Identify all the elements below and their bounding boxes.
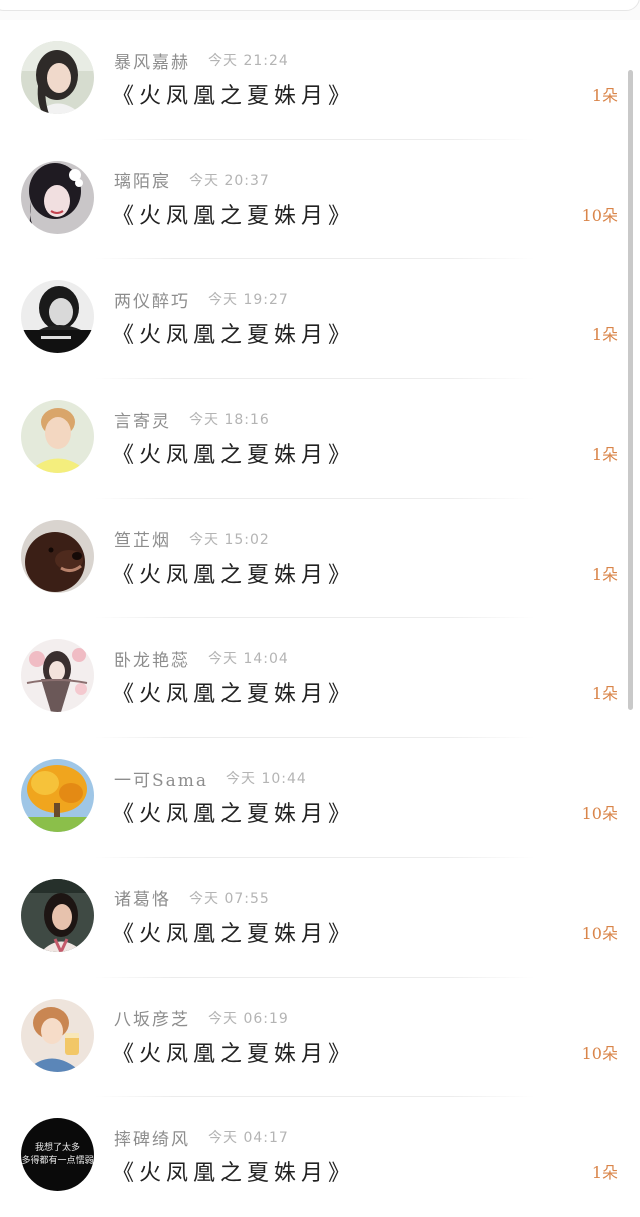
list-item[interactable]: 我想了太多 多得都有一点懦弱 摔碑绮风 今天 04:17 《火凤凰之夏姝月》 1…: [0, 1097, 640, 1217]
book-title[interactable]: 《火凤凰之夏姝月》: [112, 557, 355, 589]
gift-list[interactable]: 暴风嘉赫 今天 21:24 《火凤凰之夏姝月》 1朵 璃陌宸 今天 20:37 …: [0, 20, 640, 1217]
list-item[interactable]: 八坂彦芝 今天 06:19 《火凤凰之夏姝月》 10朵: [0, 978, 640, 1098]
timestamp: 今天 19:27: [208, 292, 289, 309]
girl-flower-hair-avatar[interactable]: [21, 160, 94, 234]
sender-name[interactable]: 卧龙艳蕊: [114, 646, 190, 671]
timestamp: 今天 04:17: [208, 1130, 289, 1147]
flower-count: 1朵: [591, 564, 618, 584]
anime-blossom-avatar[interactable]: [21, 639, 94, 713]
list-item[interactable]: 言寄灵 今天 18:16 《火凤凰之夏姝月》 1朵: [0, 379, 640, 499]
dog-avatar[interactable]: [21, 519, 94, 593]
boy-yellow-shirt-avatar[interactable]: [21, 400, 94, 474]
list-item[interactable]: 诸葛恪 今天 07:55 《火凤凰之夏姝月》 10朵: [0, 858, 640, 978]
timestamp: 今天 07:55: [189, 890, 270, 907]
sender-name[interactable]: 八坂彦芝: [114, 1005, 190, 1030]
book-title[interactable]: 《火凤凰之夏姝月》: [112, 1036, 355, 1068]
flower-count: 10朵: [581, 205, 618, 225]
scrollbar[interactable]: [628, 70, 633, 710]
flower-count: 1朵: [591, 1163, 618, 1183]
flower-count: 1朵: [591, 684, 618, 704]
sender-name[interactable]: 两仪醉巧: [114, 287, 190, 312]
sender-name[interactable]: 璃陌宸: [114, 167, 171, 192]
timestamp: 今天 15:02: [189, 531, 270, 548]
timestamp: 今天 21:24: [208, 53, 289, 69]
woman-portrait-avatar[interactable]: [21, 878, 94, 952]
girl-portrait-avatar[interactable]: [21, 41, 94, 114]
list-item[interactable]: 两仪醉巧 今天 19:27 《火凤凰之夏姝月》 1朵: [0, 259, 640, 380]
list-item[interactable]: 暴风嘉赫 今天 21:24 《火凤凰之夏姝月》 1朵: [0, 20, 640, 140]
list-item[interactable]: 笪芷烟 今天 15:02 《火凤凰之夏姝月》 1朵: [0, 499, 640, 619]
flower-count: 10朵: [581, 804, 618, 824]
book-title[interactable]: 《火凤凰之夏姝月》: [112, 437, 355, 469]
flower-count: 10朵: [581, 923, 618, 943]
sender-name[interactable]: 摔碑绮风: [114, 1125, 190, 1150]
sender-name[interactable]: 诸葛恪: [114, 885, 171, 910]
book-title[interactable]: 《火凤凰之夏姝月》: [112, 317, 355, 349]
header-card: [0, 0, 640, 11]
list-item[interactable]: 璃陌宸 今天 20:37 《火凤凰之夏姝月》 10朵: [0, 140, 640, 260]
sender-name[interactable]: 言寄灵: [114, 407, 171, 432]
book-title[interactable]: 《火凤凰之夏姝月》: [112, 916, 355, 948]
sender-name[interactable]: 暴风嘉赫: [114, 48, 190, 73]
timestamp: 今天 14:04: [208, 651, 289, 668]
timestamp: 今天 06:19: [208, 1010, 289, 1027]
timestamp: 今天 10:44: [226, 771, 307, 788]
flower-count: 10朵: [581, 1043, 618, 1063]
flower-count: 1朵: [591, 86, 618, 105]
avatar-quote: 我想了太多 多得都有一点懦弱: [21, 1118, 94, 1191]
top-area: [0, 0, 640, 20]
bw-portrait-avatar[interactable]: [21, 280, 94, 354]
girl-drink-avatar[interactable]: [21, 998, 94, 1072]
sender-name[interactable]: 一可Sama: [114, 766, 208, 791]
book-title[interactable]: 《火凤凰之夏姝月》: [112, 796, 355, 828]
list-item[interactable]: 一可Sama 今天 10:44 《火凤凰之夏姝月》 10朵: [0, 738, 640, 858]
book-title[interactable]: 《火凤凰之夏姝月》: [112, 676, 355, 708]
timestamp: 今天 18:16: [189, 412, 270, 429]
timestamp: 今天 20:37: [189, 172, 270, 189]
avatar-quote-line: 我想了太多: [34, 1142, 80, 1153]
book-title[interactable]: 《火凤凰之夏姝月》: [112, 78, 355, 110]
avatar-quote-line: 多得都有一点懦弱: [21, 1155, 94, 1166]
flower-count: 1朵: [591, 325, 618, 345]
book-title[interactable]: 《火凤凰之夏姝月》: [112, 1155, 355, 1187]
autumn-tree-avatar[interactable]: [21, 759, 94, 833]
flower-count: 1朵: [591, 445, 618, 465]
text-quote-avatar[interactable]: 我想了太多 多得都有一点懦弱: [21, 1118, 94, 1192]
list-item[interactable]: 卧龙艳蕊 今天 14:04 《火凤凰之夏姝月》 1朵: [0, 618, 640, 739]
sender-name[interactable]: 笪芷烟: [114, 526, 171, 551]
book-title[interactable]: 《火凤凰之夏姝月》: [112, 198, 355, 230]
